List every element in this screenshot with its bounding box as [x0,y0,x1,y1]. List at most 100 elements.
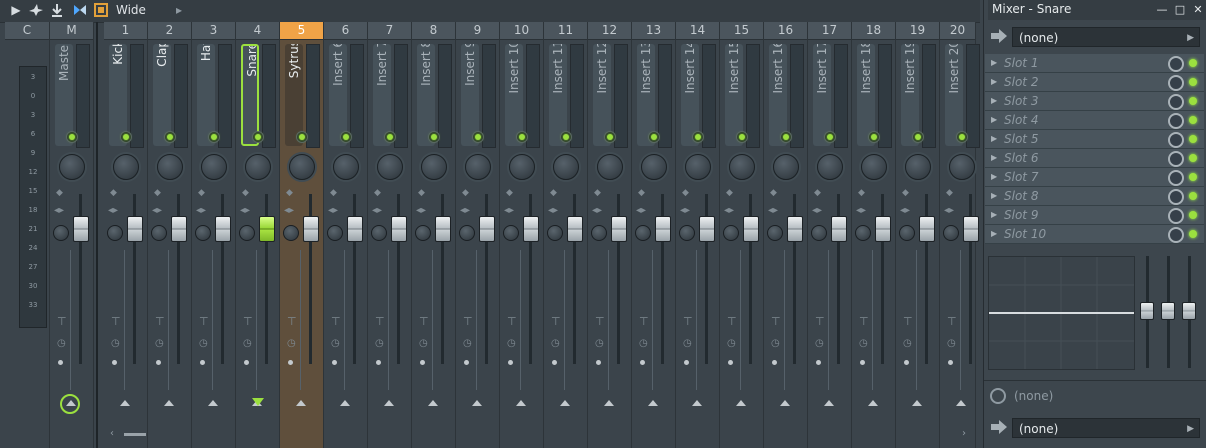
volume-fader[interactable] [347,216,363,242]
stereo-knob[interactable] [679,225,695,241]
slot-expand-icon[interactable]: ▶ [991,153,997,162]
channel-number[interactable]: 5 [280,22,323,40]
route-icon[interactable]: ⊤ [375,315,385,328]
pan-knob[interactable] [729,154,755,180]
window-icon[interactable] [94,2,108,18]
stereo-separation-icon[interactable]: ◂▸ [196,205,206,216]
record-dot[interactable] [772,360,777,365]
send-arrow-icon[interactable] [956,400,966,406]
close-icon[interactable]: ✕ [1190,0,1206,19]
send-arrow-icon[interactable] [296,400,306,406]
mute-toggle-led[interactable] [824,131,836,143]
volume-fader[interactable] [391,216,407,242]
slot-enable-led[interactable] [1189,173,1197,181]
swap-icon[interactable]: ◆ [242,188,249,198]
send-arrow-icon[interactable] [736,400,746,406]
maximize-icon[interactable]: □ [1172,0,1188,19]
channel-strip-1[interactable]: 1 Kick ◆ ◂▸ ⊤ ◷ [104,22,148,448]
latency-clock-icon[interactable]: ◷ [903,338,912,349]
swap-icon[interactable]: ◆ [726,188,733,198]
pan-knob[interactable] [641,154,667,180]
volume-fader[interactable] [171,216,187,242]
record-dot[interactable] [552,360,557,365]
scroll-right-icon[interactable]: › [962,428,966,439]
send-arrow-icon[interactable] [164,400,174,406]
stereo-separation-icon[interactable]: ◂▸ [856,205,866,216]
eq-high-fader[interactable] [1182,302,1196,320]
stereo-separation-icon[interactable]: ◂▸ [636,205,646,216]
swap-icon[interactable]: ◆ [374,188,381,198]
latency-clock-icon[interactable]: ◷ [243,338,252,349]
latency-clock-icon[interactable]: ◷ [287,338,296,349]
swap-icon[interactable]: ◆ [550,188,557,198]
record-dot[interactable] [200,360,205,365]
latency-clock-icon[interactable]: ◷ [947,338,956,349]
channel-strip-11[interactable]: 11 Insert 11 ◆ ◂▸ ⊤ ◷ [544,22,588,448]
slot-mix-knob[interactable] [1168,189,1184,205]
pan-knob[interactable] [113,154,139,180]
stereo-knob[interactable] [151,225,167,241]
stereo-knob[interactable] [855,225,871,241]
horizontal-scrollbar[interactable]: ‹ › [108,428,968,440]
bird-icon[interactable] [28,2,44,18]
route-icon[interactable]: ⊤ [595,315,605,328]
volume-fader[interactable] [787,216,803,242]
route-icon[interactable]: ⊤ [287,315,297,328]
stereo-separation-icon[interactable]: ◂▸ [460,205,470,216]
swap-icon[interactable]: ◆ [198,188,205,198]
latency-clock-icon[interactable]: ◷ [111,338,120,349]
route-icon[interactable]: ⊤ [155,315,165,328]
mute-toggle-led[interactable] [164,131,176,143]
channel-number[interactable]: 7 [368,22,411,40]
stereo-knob[interactable] [767,225,783,241]
effect-slot[interactable]: ▶ Slot 8 [985,187,1204,206]
latency-clock-icon[interactable]: ◷ [595,338,604,349]
slot-enable-led[interactable] [1189,78,1197,86]
slot-enable-led[interactable] [1189,192,1197,200]
swap-icon[interactable]: ◆ [110,188,117,198]
channel-strip-M[interactable]: M Master ◆ ◂▸ ⊤ ◷ [50,22,94,448]
swap-icon[interactable]: ◆ [682,188,689,198]
pan-knob[interactable] [685,154,711,180]
latency-clock-icon[interactable]: ◷ [199,338,208,349]
send-arrow-icon[interactable] [120,400,130,406]
send-arrow-icon[interactable] [340,400,350,406]
slot-expand-icon[interactable]: ▶ [991,77,997,86]
route-icon[interactable]: ⊤ [727,315,737,328]
mute-toggle-led[interactable] [296,131,308,143]
channel-strip-10[interactable]: 10 Insert 10 ◆ ◂▸ ⊤ ◷ [500,22,544,448]
route-icon[interactable]: ⊤ [815,315,825,328]
channel-strip-18[interactable]: 18 Insert 18 ◆ ◂▸ ⊤ ◷ [852,22,896,448]
channel-number[interactable]: 18 [852,22,895,40]
send-arrow-icon[interactable] [780,400,790,406]
route-icon[interactable]: ⊤ [947,315,957,328]
channel-strip-13[interactable]: 13 Insert 13 ◆ ◂▸ ⊤ ◷ [632,22,676,448]
channel-number[interactable]: 20 [940,22,975,40]
pan-knob[interactable] [465,154,491,180]
stereo-separation-icon[interactable]: ◂▸ [416,205,426,216]
slot-mix-knob[interactable] [1168,132,1184,148]
slot-expand-icon[interactable]: ▶ [991,210,997,219]
send-arrow-icon[interactable] [604,400,614,406]
channel-number[interactable]: 17 [808,22,851,40]
mute-toggle-led[interactable] [120,131,132,143]
mute-toggle-led[interactable] [516,131,528,143]
stereo-knob[interactable] [547,225,563,241]
channel-strip-14[interactable]: 14 Insert 14 ◆ ◂▸ ⊤ ◷ [676,22,720,448]
slot-mix-knob[interactable] [1168,113,1184,129]
channel-number[interactable]: 8 [412,22,455,40]
channel-number[interactable]: 2 [148,22,191,40]
slot-expand-icon[interactable]: ▶ [991,96,997,105]
volume-fader[interactable] [831,216,847,242]
stereo-separation-icon[interactable]: ◂▸ [372,205,382,216]
pan-knob[interactable] [157,154,183,180]
route-icon[interactable]: ⊤ [639,315,649,328]
mute-toggle-led[interactable] [340,131,352,143]
route-icon[interactable]: ⊤ [111,315,121,328]
channel-strip-8[interactable]: 8 Insert 8 ◆ ◂▸ ⊤ ◷ [412,22,456,448]
stereo-separation-icon[interactable]: ◂▸ [548,205,558,216]
volume-fader[interactable] [73,216,89,242]
volume-fader[interactable] [435,216,451,242]
volume-fader[interactable] [875,216,891,242]
effect-slot[interactable]: ▶ Slot 6 [985,149,1204,168]
